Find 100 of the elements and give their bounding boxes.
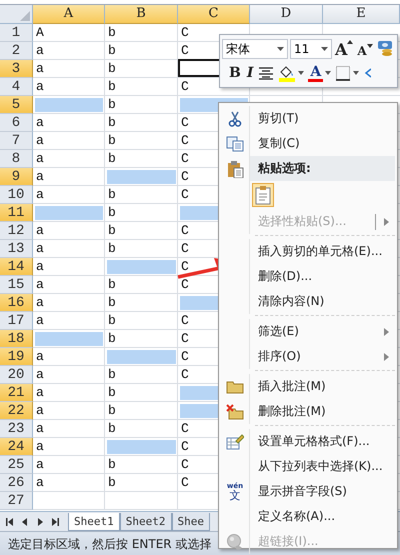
coins-icon[interactable] — [376, 40, 394, 58]
column-header[interactable]: E — [323, 5, 400, 24]
last-sheet-icon[interactable] — [50, 517, 60, 527]
row-header[interactable]: 18 — [0, 330, 33, 348]
table-cell: a — [36, 367, 44, 382]
row-header[interactable]: 7 — [0, 132, 33, 150]
table-cell: b — [108, 457, 116, 472]
column-header[interactable]: B — [105, 5, 178, 24]
column-header[interactable]: A — [33, 5, 105, 24]
italic-button[interactable]: I — [246, 65, 254, 81]
table-cell: b — [108, 475, 116, 490]
row-header[interactable]: 5 — [0, 96, 33, 114]
menu-item[interactable]: 插入批注(M) — [221, 374, 395, 399]
table-cell: b — [108, 403, 116, 418]
row-header[interactable]: 6 — [0, 114, 33, 132]
row-header[interactable]: 20 — [0, 366, 33, 384]
table-cell: b — [108, 205, 116, 220]
menu-item[interactable]: 排序(O) — [221, 344, 395, 369]
table-cell: a — [36, 115, 44, 130]
row-header[interactable]: 25 — [0, 456, 33, 474]
row-header[interactable]: 22 — [0, 402, 33, 420]
bold-button[interactable]: B — [228, 65, 242, 81]
table-cell: C — [181, 43, 189, 58]
row-header[interactable]: 11 — [0, 204, 33, 222]
caret-icon[interactable] — [353, 71, 360, 75]
menu-item[interactable]: 清除内容(N) — [221, 289, 395, 314]
table-cell: b — [108, 133, 116, 148]
row-header[interactable]: 17 — [0, 312, 33, 330]
table-cell: C — [181, 25, 189, 40]
row-header[interactable]: 15 — [0, 276, 33, 294]
borders-icon[interactable] — [335, 65, 352, 81]
menu-item[interactable]: 剪切(T) — [221, 106, 395, 131]
table-cell: C — [181, 313, 189, 328]
row-header[interactable]: 14 — [0, 258, 33, 276]
paste-button[interactable] — [252, 183, 274, 207]
table-cell: a — [36, 241, 44, 256]
row-header[interactable]: 12 — [0, 222, 33, 240]
globe-icon — [226, 532, 244, 550]
table-cell: a — [36, 151, 44, 166]
menu-item[interactable]: 定义名称(A)... — [221, 504, 395, 529]
column-header[interactable]: D — [250, 5, 323, 24]
row-header[interactable]: 16 — [0, 294, 33, 312]
menu-item[interactable]: 筛选(E) — [221, 319, 395, 344]
row-header[interactable]: 10 — [0, 186, 33, 204]
row-header[interactable]: 26 — [0, 474, 33, 492]
menu-item[interactable]: 删除批注(M) — [221, 399, 395, 424]
first-sheet-icon[interactable] — [5, 517, 15, 527]
table-cell: C — [181, 133, 189, 148]
caret-up-icon — [347, 40, 354, 44]
row-header[interactable]: 21 — [0, 384, 33, 402]
next-sheet-icon[interactable] — [35, 517, 45, 527]
table-cell: a — [36, 403, 44, 418]
font-name-field[interactable]: 宋体 — [222, 39, 288, 59]
table-cell: C — [181, 439, 189, 454]
caret-icon[interactable] — [298, 71, 304, 75]
note-icon — [226, 380, 244, 394]
row-header[interactable]: 23 — [0, 420, 33, 438]
column-header[interactable]: C — [178, 5, 250, 24]
sheet-tab[interactable]: Sheet1 — [68, 513, 120, 531]
row-header[interactable]: 27 — [0, 492, 33, 510]
fill-color-icon[interactable] — [278, 64, 296, 82]
row-header[interactable]: 4 — [0, 78, 33, 96]
shrink-font-button[interactable]: A — [356, 44, 374, 58]
table-cell: b — [108, 25, 116, 40]
row-header[interactable]: 1 — [0, 24, 33, 42]
row-header[interactable]: 24 — [0, 438, 33, 456]
menu-item[interactable]: 设置单元格格式(F)... — [221, 429, 395, 454]
row-header[interactable]: 13 — [0, 240, 33, 258]
table-cell: A — [36, 25, 44, 40]
menu-item[interactable]: 插入剪切的单元格(E)... — [221, 239, 395, 264]
table-cell: C — [181, 475, 189, 490]
caret-icon[interactable] — [325, 71, 332, 75]
table-cell: C — [181, 277, 189, 292]
font-color-button[interactable]: A — [308, 64, 324, 82]
table-cell: b — [108, 97, 116, 112]
format-cells-icon — [226, 432, 244, 450]
toolbar-overflow-icon[interactable] — [363, 66, 372, 80]
table-cell: a — [36, 259, 44, 274]
row-header[interactable]: 3 — [0, 60, 33, 78]
row-header[interactable]: 9 — [0, 168, 33, 186]
table-cell: C — [181, 79, 189, 94]
menu-section-header: 粘贴选项: — [256, 160, 312, 177]
sheet-tab[interactable]: Shee — [172, 513, 210, 531]
table-cell: C — [181, 241, 189, 256]
font-size-field[interactable]: 11 — [290, 39, 332, 59]
menu-item[interactable]: 从下拉列表中选择(K)... — [221, 454, 395, 479]
table-cell: b — [108, 223, 116, 238]
sheet-tab[interactable]: Sheet2 — [120, 513, 172, 531]
table-cell: a — [36, 187, 44, 202]
align-center-icon[interactable] — [258, 66, 274, 80]
table-cell: b — [108, 313, 116, 328]
previous-sheet-icon[interactable] — [20, 517, 30, 527]
table-cell: C — [181, 169, 189, 184]
row-header[interactable]: 19 — [0, 348, 33, 366]
grow-font-button[interactable]: A — [334, 40, 354, 58]
scissors-icon — [227, 110, 243, 126]
row-header[interactable]: 8 — [0, 150, 33, 168]
table-cell: b — [108, 277, 116, 292]
row-header[interactable]: 2 — [0, 42, 33, 60]
menu-item[interactable]: 删除(D)... — [221, 264, 395, 289]
